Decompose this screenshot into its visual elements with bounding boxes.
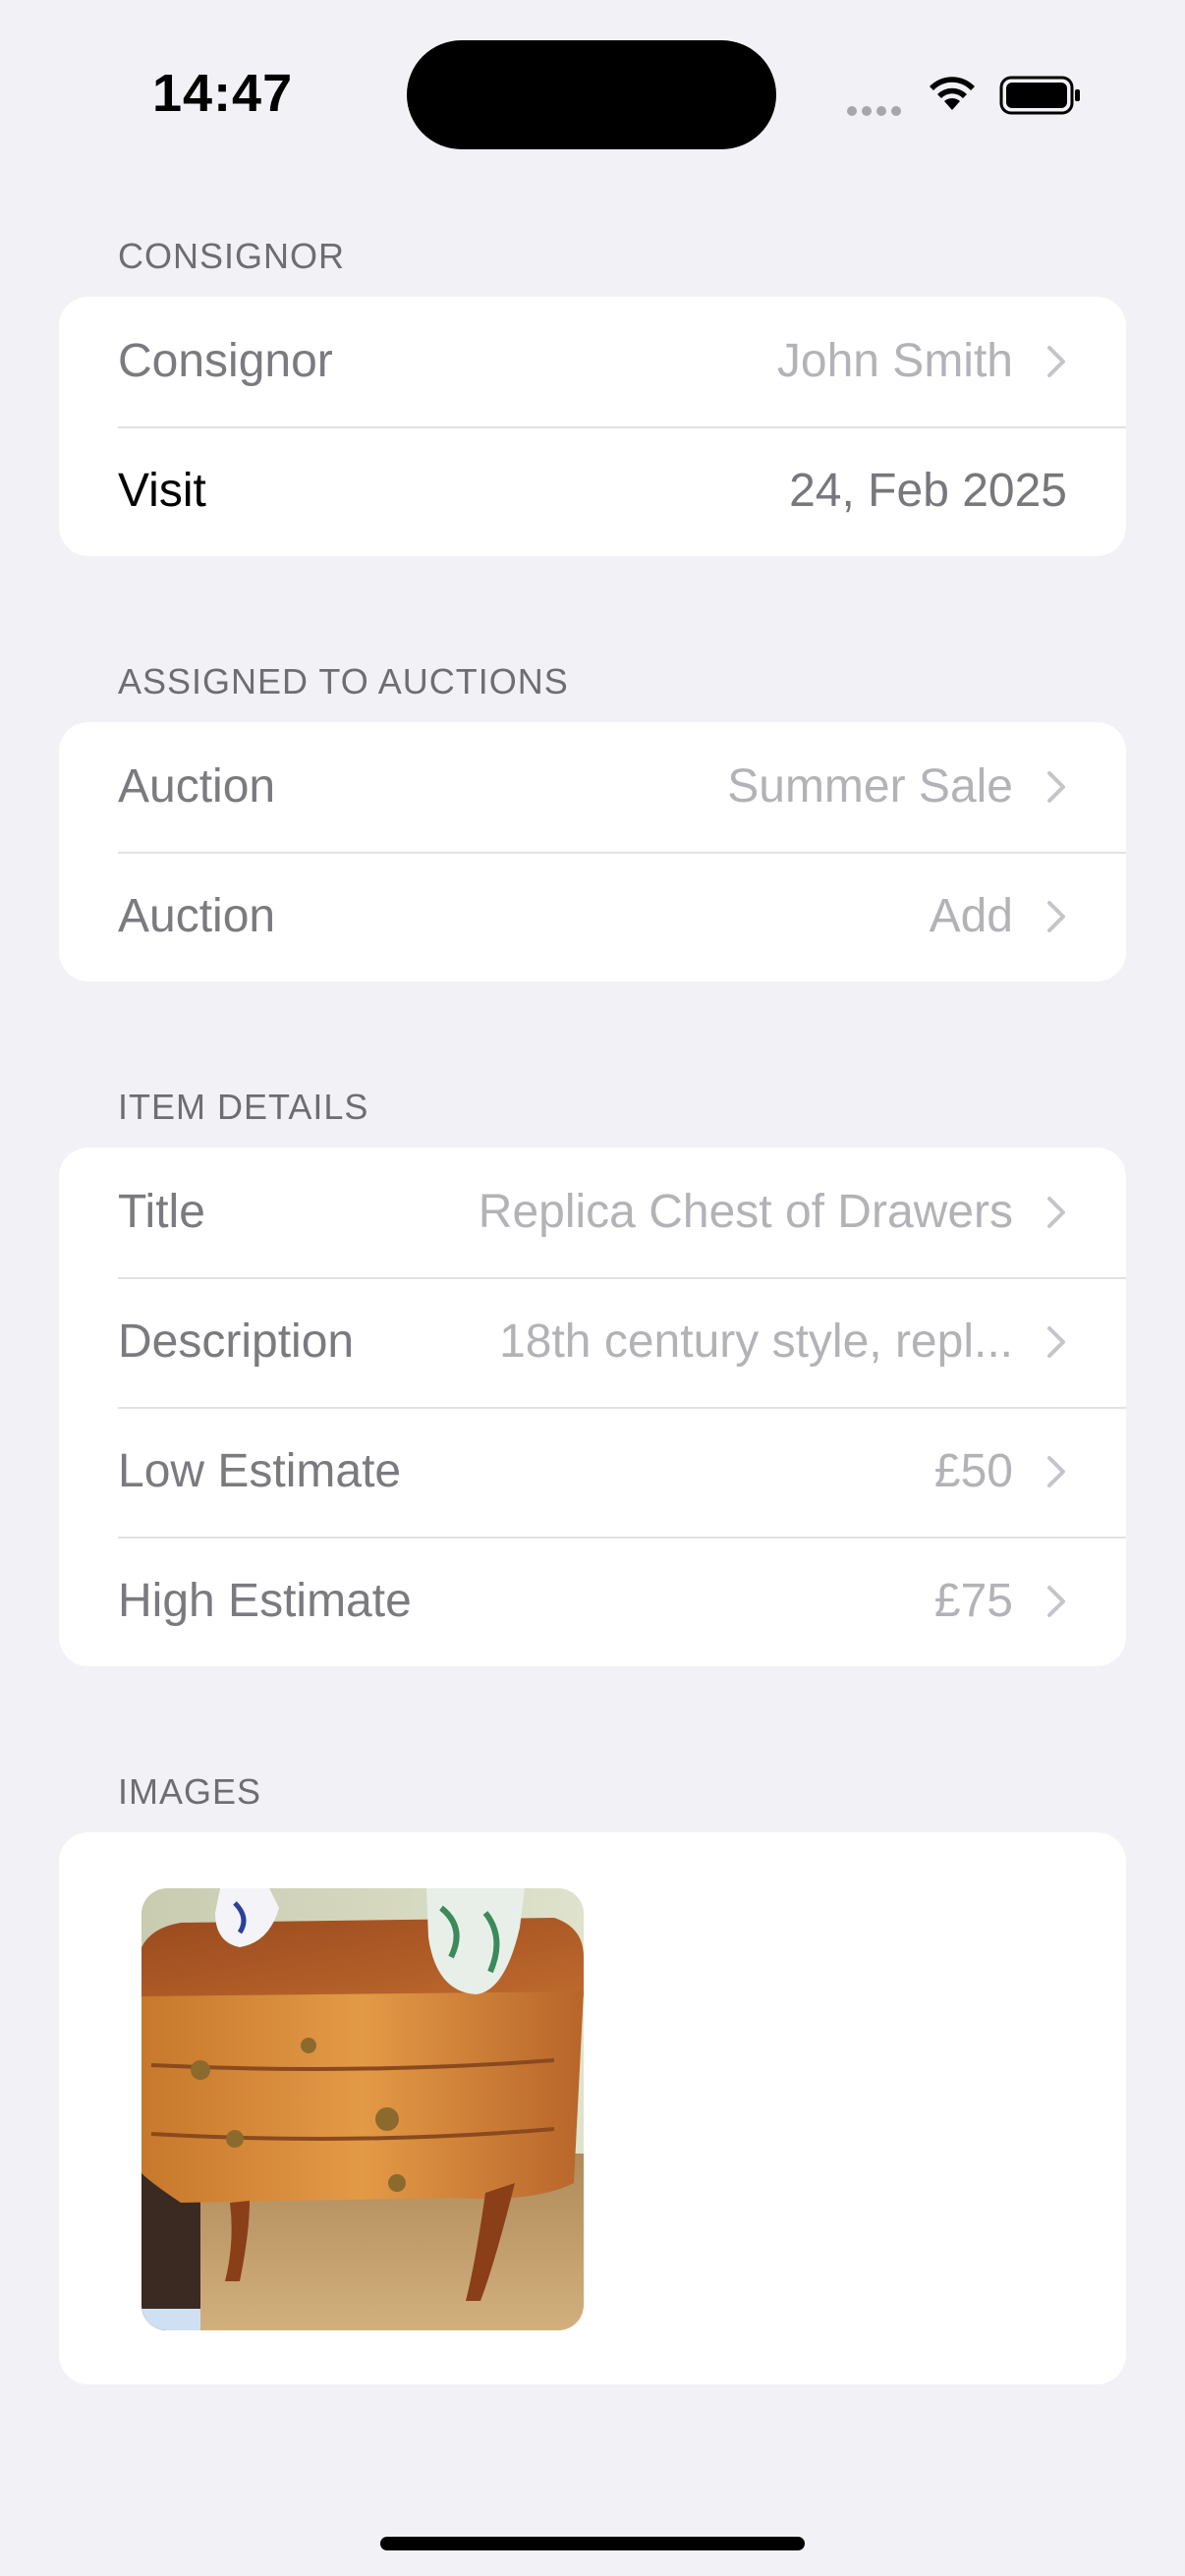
auction-row[interactable]: Auction Summer Sale (59, 722, 1126, 852)
row-value: Summer Sale (727, 760, 1013, 812)
low-estimate-row[interactable]: Low Estimate £50 (59, 1407, 1126, 1537)
chevron-right-icon (1047, 901, 1065, 932)
row-value: 24, Feb 2025 (789, 465, 1067, 517)
section-header-consignor: CONSIGNOR (118, 236, 346, 276)
row-label: Visit (118, 465, 206, 517)
item-photo[interactable] (141, 1888, 584, 2330)
chevron-right-icon (1047, 1326, 1065, 1358)
row-label: Auction (118, 760, 276, 812)
chevron-right-icon (1047, 771, 1065, 803)
chevron-right-icon (1047, 346, 1065, 377)
images-group (59, 1832, 1126, 2384)
row-value: £50 (933, 1445, 1013, 1497)
description-row[interactable]: Description 18th century style, repl... (59, 1277, 1126, 1407)
row-value: £75 (933, 1575, 1013, 1627)
row-value: John Smith (776, 335, 1013, 387)
item-details-group: Title Replica Chest of Drawers Descripti… (59, 1148, 1126, 1666)
section-header-item-details: ITEM DETAILS (118, 1087, 369, 1127)
row-label: High Estimate (118, 1575, 412, 1627)
dynamic-island (407, 40, 776, 149)
auctions-group: Auction Summer Sale Auction Add (59, 722, 1126, 981)
add-auction-row[interactable]: Auction Add (59, 852, 1126, 981)
chevron-right-icon (1047, 1456, 1065, 1487)
high-estimate-row[interactable]: High Estimate £75 (59, 1537, 1126, 1666)
row-label: Consignor (118, 335, 333, 387)
consignor-group: Consignor John Smith Visit 24, Feb 2025 (59, 297, 1126, 556)
status-bar: 14:47 (0, 0, 1185, 187)
chest-of-drawers-photo (141, 1888, 584, 2330)
wifi-icon (930, 77, 975, 110)
visit-row: Visit 24, Feb 2025 (59, 426, 1126, 556)
row-value: 18th century style, repl... (499, 1316, 1013, 1368)
row-label: Auction (118, 890, 276, 942)
consignor-row[interactable]: Consignor John Smith (59, 297, 1126, 426)
row-value: Add (929, 890, 1013, 942)
title-row[interactable]: Title Replica Chest of Drawers (59, 1148, 1126, 1277)
cellular-signal-icon (847, 103, 906, 121)
row-label: Low Estimate (118, 1445, 402, 1497)
row-value: Replica Chest of Drawers (478, 1186, 1013, 1238)
section-header-images: IMAGES (118, 1771, 262, 1812)
status-time: 14:47 (152, 64, 294, 123)
chevron-right-icon (1047, 1197, 1065, 1228)
row-label: Description (118, 1316, 355, 1368)
section-header-auctions: ASSIGNED TO AUCTIONS (118, 661, 569, 701)
chevron-right-icon (1047, 1586, 1065, 1617)
home-indicator[interactable] (380, 2537, 805, 2550)
row-label: Title (118, 1186, 205, 1238)
battery-icon (999, 76, 1080, 115)
